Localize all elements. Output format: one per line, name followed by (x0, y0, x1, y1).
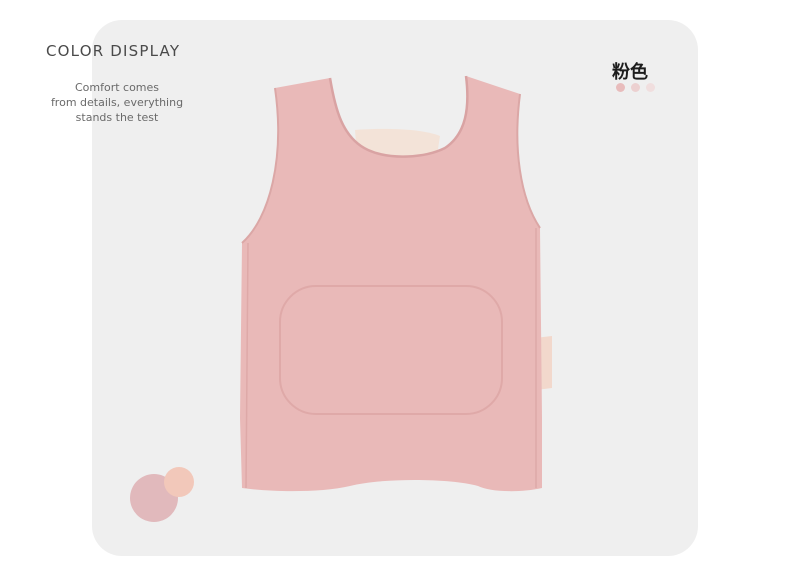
color-swatch-small (164, 467, 194, 497)
tagline-line-2: from details, everything (50, 96, 184, 109)
color-dots (616, 83, 655, 92)
color-dot[interactable] (646, 83, 655, 92)
color-dot[interactable] (616, 83, 625, 92)
color-dot[interactable] (631, 83, 640, 92)
section-heading: COLOR DISPLAY (46, 42, 181, 60)
color-name-label: 粉色 (612, 62, 648, 83)
pink-vest-image (240, 75, 552, 492)
tagline: Comfort comes from details, everything s… (44, 80, 190, 125)
tagline-line-1: Comfort comes (74, 81, 160, 94)
tagline-line-3: stands the test (75, 111, 159, 124)
